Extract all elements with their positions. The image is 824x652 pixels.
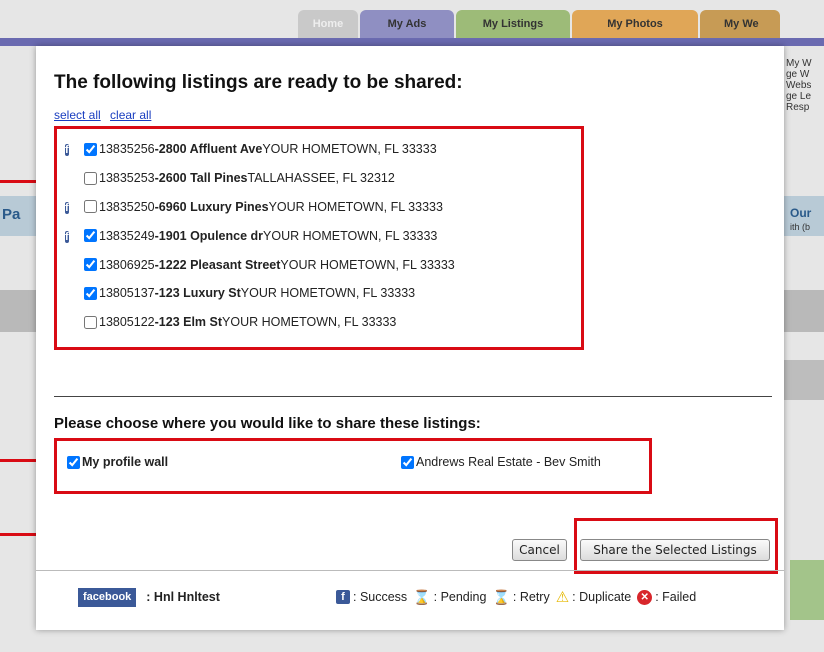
cancel-button[interactable]: Cancel — [512, 539, 567, 561]
share-listings-dialog: The following listings are ready to be s… — [36, 46, 784, 630]
facebook-slot: f — [65, 142, 84, 157]
legend-text: : Failed — [655, 590, 697, 604]
listing-street: 123 Elm St — [158, 315, 223, 330]
failed-x-icon: ✕ — [637, 589, 653, 605]
listing-street: 123 Luxury St — [158, 286, 241, 301]
target-label: Andrews Real Estate - Bev Smith — [416, 455, 601, 469]
target-profile-wall[interactable]: My profile wall — [67, 455, 168, 469]
listing-street: 2800 Affluent Ave — [158, 142, 263, 157]
listing-city: YOUR HOMETOWN, FL 33333 — [222, 315, 397, 330]
listing-street: 6960 Luxury Pines — [158, 199, 269, 214]
listing-city: YOUR HOMETOWN, FL 33333 — [263, 228, 438, 243]
facebook-shared-icon: f — [65, 144, 69, 157]
facebook-shared-icon: f — [65, 230, 69, 243]
listing-mls-number: 13805137 — [99, 286, 155, 301]
listing-city: TALLAHASSEE, FL 32312 — [247, 171, 395, 186]
background-chart-bar — [790, 560, 824, 620]
legend-item: ⚠: Duplicate — [556, 588, 632, 606]
listing-mls-number: 13835253 — [99, 171, 155, 186]
tab-my-ads[interactable]: My Ads — [360, 10, 454, 38]
facebook-slot: f — [65, 229, 84, 243]
legend-item: ⌛: Retry — [492, 589, 549, 606]
facebook-slot — [65, 258, 84, 272]
listing-checkbox[interactable] — [84, 315, 97, 329]
legend-text: : Duplicate — [572, 590, 632, 604]
profile-wall-checkbox[interactable] — [67, 455, 80, 469]
listing-row[interactable]: f 13835249 - 1901 Opulence dr YOUR HOMETO… — [65, 221, 581, 250]
background-nav-bar — [0, 38, 824, 46]
selection-links: select all clear all — [54, 108, 157, 122]
listing-row[interactable]: 13835253 - 2600 Tall Pines TALLAHASSEE, … — [65, 164, 581, 193]
background-heading-fragment: Pa — [2, 206, 21, 223]
listing-city: YOUR HOMETOWN, FL 33333 — [262, 142, 437, 157]
listing-row[interactable]: 13805122 - 123 Elm St YOUR HOMETOWN, FL … — [65, 308, 581, 337]
business-page-checkbox[interactable] — [401, 455, 414, 469]
retry-icon: ⌛ — [492, 588, 510, 605]
listing-row[interactable]: 13806925 - 1222 Pleasant Street YOUR HOM… — [65, 250, 581, 279]
share-prompt: Please choose where you would like to sh… — [54, 415, 481, 432]
dialog-footer: facebook : Hnl Hnltest f: Success ⌛: Pend… — [78, 586, 778, 608]
share-selected-listings-button[interactable]: Share the Selected Listings — [580, 539, 770, 561]
background-subtext: ith (b — [790, 222, 811, 232]
dialog-title: The following listings are ready to be s… — [54, 72, 463, 93]
facebook-slot — [65, 315, 84, 329]
tab-my-website[interactable]: My We — [700, 10, 780, 38]
background-nav: Home My Ads My Listings My Photos My We — [0, 10, 824, 38]
background-panel — [784, 360, 824, 400]
hourglass-pending-icon: ⌛ — [413, 588, 431, 605]
clear-all-link[interactable]: clear all — [110, 108, 151, 122]
background-heading-fragment: Our ith (b — [790, 206, 811, 234]
legend-item: ✕: Failed — [637, 589, 697, 605]
facebook-user: : Hnl Hnltest — [146, 590, 220, 604]
background-panel — [0, 290, 40, 332]
legend-item: f: Success — [336, 590, 407, 604]
facebook-success-icon: f — [336, 590, 350, 604]
listings-box: f 13835256 - 2800 Affluent Ave YOUR HOMET… — [54, 126, 584, 350]
legend-item: ⌛: Pending — [413, 589, 486, 606]
facebook-slot — [65, 171, 84, 185]
listing-checkbox[interactable] — [84, 142, 97, 156]
listing-city: YOUR HOMETOWN, FL 33333 — [268, 199, 443, 214]
tab-my-photos[interactable]: My Photos — [572, 10, 698, 38]
listing-mls-number: 13835249 — [99, 228, 155, 243]
listing-street: 2600 Tall Pines — [158, 171, 248, 186]
warning-duplicate-icon: ⚠ — [555, 589, 570, 606]
legend-text: : Success — [353, 590, 408, 604]
listing-checkbox[interactable] — [84, 171, 97, 185]
listing-mls-number: 13806925 — [99, 257, 155, 272]
listing-street: 1901 Opulence dr — [158, 228, 264, 243]
listing-mls-number: 13805122 — [99, 315, 155, 330]
listing-row[interactable]: f 13835256 - 2800 Affluent Ave YOUR HOMET… — [65, 135, 581, 164]
facebook-slot: f — [65, 200, 84, 214]
status-legend: f: Success ⌛: Pending ⌛: Retry ⚠: Duplicate… — [336, 586, 702, 608]
listing-city: YOUR HOMETOWN, FL 33333 — [280, 257, 455, 272]
listing-checkbox[interactable] — [84, 200, 97, 214]
listing-checkbox[interactable] — [84, 229, 97, 243]
divider — [54, 396, 772, 397]
listing-checkbox[interactable] — [84, 258, 97, 272]
listing-checkbox[interactable] — [84, 286, 97, 300]
facebook-logo: facebook — [78, 587, 137, 607]
background-sidebar-text: My W ge W Webs ge Le Resp — [786, 58, 812, 113]
listing-city: YOUR HOMETOWN, FL 33333 — [240, 286, 416, 301]
listing-street: 1222 Pleasant Street — [158, 257, 281, 272]
background-panel — [784, 290, 824, 332]
select-all-link[interactable]: select all — [54, 108, 101, 122]
legend-text: : Pending — [433, 590, 487, 604]
tab-home[interactable]: Home — [298, 10, 358, 38]
facebook-shared-icon: f — [65, 201, 69, 214]
target-business-page[interactable]: Andrews Real Estate - Bev Smith — [401, 455, 601, 469]
target-label: My profile wall — [82, 455, 169, 469]
listing-row[interactable]: f 13835250 - 6960 Luxury Pines YOUR HOMET… — [65, 193, 581, 222]
listing-mls-number: 13835250 — [99, 199, 155, 214]
legend-text: : Retry — [512, 590, 550, 604]
listing-mls-number: 13835256 — [99, 142, 155, 157]
share-targets-box: My profile wall Andrews Real Estate - Be… — [54, 438, 652, 494]
facebook-slot — [65, 286, 84, 300]
tab-my-listings[interactable]: My Listings — [456, 10, 570, 38]
listing-row[interactable]: 13805137 - 123 Luxury St YOUR HOMETOWN, … — [65, 279, 581, 308]
background-heading: Our — [790, 206, 812, 220]
footer-divider — [36, 570, 784, 571]
